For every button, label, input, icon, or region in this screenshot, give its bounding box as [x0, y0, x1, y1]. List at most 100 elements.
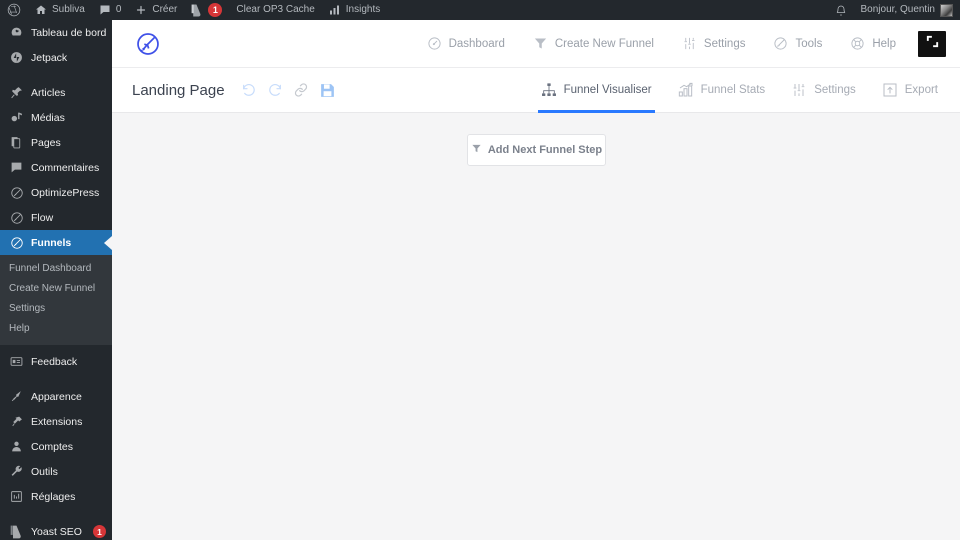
funnel-visualiser-canvas[interactable]: Add Next Funnel Step — [112, 113, 960, 540]
avatar — [940, 3, 953, 17]
funnel-toolbar — [241, 82, 336, 99]
home-icon — [35, 4, 47, 16]
sidebar-item-label: Funnels — [31, 236, 72, 249]
sidebar-item-flow[interactable]: Flow — [0, 205, 112, 230]
sidebar-item-funnels[interactable]: Funnels — [0, 230, 112, 255]
admin-bar-wp-logo[interactable] — [0, 0, 28, 20]
sidebar-item-label: Pages — [31, 136, 61, 149]
sidebar-item-feedback[interactable]: Feedback — [0, 349, 112, 374]
sidebar-item-label: Tableau de bord — [31, 26, 107, 39]
submenu-item-create-new-funnel[interactable]: Create New Funnel — [0, 279, 112, 299]
admin-bar-clear-cache[interactable]: Clear OP3 Cache — [229, 0, 321, 20]
link-icon[interactable] — [293, 82, 309, 98]
funnel-subheader: Landing Page Funnel Visualiser Funnel St… — [112, 68, 960, 113]
site-name-label: Subliva — [52, 4, 85, 15]
sidebar-separator — [0, 509, 112, 519]
tab-funnel-visualiser[interactable]: Funnel Visualiser — [537, 68, 655, 113]
header-link-settings[interactable]: Settings — [682, 36, 746, 51]
admin-bar-site-name[interactable]: Subliva — [28, 0, 92, 20]
tab-funnel-stats[interactable]: Funnel Stats — [678, 68, 765, 113]
sidebar-item-tableau-de-bord[interactable]: Tableau de bord — [0, 20, 112, 45]
submenu-item-help[interactable]: Help — [0, 319, 112, 339]
add-next-funnel-step-button[interactable]: Add Next Funnel Step — [467, 134, 606, 166]
greeting-label: Bonjour, Quentin — [860, 4, 936, 15]
bar-chart-icon — [329, 4, 341, 16]
sliders-icon — [682, 36, 697, 51]
plugins-icon — [9, 414, 24, 429]
sidebar-item-label: Feedback — [31, 355, 78, 368]
sidebar-item-jetpack[interactable]: Jetpack — [0, 45, 112, 70]
fullscreen-expand-icon — [925, 34, 940, 54]
feedback-icon — [9, 354, 24, 369]
redo-icon[interactable] — [267, 82, 283, 98]
sidebar-item-apparence[interactable]: Apparence — [0, 384, 112, 409]
sidebar-item-medias[interactable]: Médias — [0, 105, 112, 130]
wp-admin-bar: Subliva 0 Créer 1 Clear OP3 Cache Insigh… — [0, 0, 960, 20]
save-icon[interactable] — [319, 82, 336, 99]
plus-icon — [135, 4, 147, 16]
wordpress-logo-icon — [7, 3, 21, 17]
comment-icon — [9, 160, 24, 175]
admin-bar-yoast[interactable]: 1 — [184, 0, 229, 20]
export-icon — [882, 82, 898, 98]
sidebar-item-pages[interactable]: Pages — [0, 130, 112, 155]
header-link-tools[interactable]: Tools — [773, 36, 822, 51]
admin-bar-new-content[interactable]: Créer — [128, 0, 184, 20]
optimizepress-header: Dashboard Create New Funnel Settings Too… — [112, 20, 960, 68]
settings-icon — [9, 489, 24, 504]
sidebar-item-label: Comptes — [31, 440, 74, 453]
optimizepress-rocket-logo[interactable] — [124, 31, 172, 57]
sidebar-item-label: Outils — [31, 465, 58, 478]
tab-settings[interactable]: Settings — [791, 68, 856, 113]
header-link-create-new-funnel[interactable]: Create New Funnel — [533, 36, 654, 51]
undo-icon[interactable] — [241, 82, 257, 98]
comment-bubble-icon — [99, 4, 111, 16]
sidebar-item-label: Extensions — [31, 415, 83, 428]
sliders-icon — [791, 82, 807, 98]
dashboard-icon — [9, 25, 24, 40]
clear-cache-label: Clear OP3 Cache — [236, 4, 315, 15]
sidebar-item-reglages[interactable]: Réglages — [0, 484, 112, 509]
wp-admin-sidebar[interactable]: Tableau de bord Jetpack Articles Médias … — [0, 20, 112, 540]
tab-label: Funnel Visualiser — [563, 84, 652, 96]
admin-bar-comments[interactable]: 0 — [92, 0, 129, 20]
sidebar-item-commentaires[interactable]: Commentaires — [0, 155, 112, 180]
submenu-item-settings[interactable]: Settings — [0, 299, 112, 319]
users-icon — [9, 439, 24, 454]
appearance-icon — [9, 389, 24, 404]
page-title: Landing Page — [132, 81, 225, 99]
dashboard-circle-icon — [427, 36, 442, 51]
sidebar-item-comptes[interactable]: Comptes — [0, 434, 112, 459]
sidebar-item-extensions[interactable]: Extensions — [0, 409, 112, 434]
admin-bar-my-account[interactable]: Bonjour, Quentin — [854, 0, 960, 20]
sidebar-item-label: Yoast SEO — [31, 525, 82, 538]
sidebar-item-label: Flow — [31, 211, 54, 224]
pages-icon — [9, 135, 24, 150]
sidebar-submenu-funnels[interactable]: Funnel Dashboard Create New Funnel Setti… — [0, 255, 112, 345]
sidebar-item-optimizepress[interactable]: OptimizePress — [0, 180, 112, 205]
sidebar-separator — [0, 70, 112, 80]
header-link-label: Tools — [795, 37, 823, 50]
lifebuoy-icon — [850, 36, 865, 51]
funnel-icon — [533, 36, 548, 51]
header-link-label: Settings — [703, 37, 746, 50]
flow-icon — [9, 210, 24, 225]
sidebar-item-articles[interactable]: Articles — [0, 80, 112, 105]
fullscreen-toggle-button[interactable] — [918, 30, 946, 57]
admin-bar-notifications[interactable] — [828, 0, 854, 20]
insights-label: Insights — [345, 4, 381, 15]
media-icon — [9, 110, 24, 125]
header-link-label: Dashboard — [448, 37, 505, 50]
tab-export[interactable]: Export — [882, 68, 938, 113]
funnels-icon — [9, 235, 24, 250]
header-link-dashboard[interactable]: Dashboard — [427, 36, 505, 51]
admin-bar-insights[interactable]: Insights — [322, 0, 387, 20]
tab-label: Settings — [814, 84, 856, 96]
sidebar-item-yoast-seo[interactable]: Yoast SEO 1 — [0, 519, 112, 540]
header-link-help[interactable]: Help — [850, 36, 896, 51]
sidebar-item-outils[interactable]: Outils — [0, 459, 112, 484]
sidebar-item-label: OptimizePress — [31, 186, 100, 199]
header-link-label: Create New Funnel — [554, 37, 654, 50]
submenu-item-funnel-dashboard[interactable]: Funnel Dashboard — [0, 259, 112, 279]
sidebar-item-label: Commentaires — [31, 161, 100, 174]
